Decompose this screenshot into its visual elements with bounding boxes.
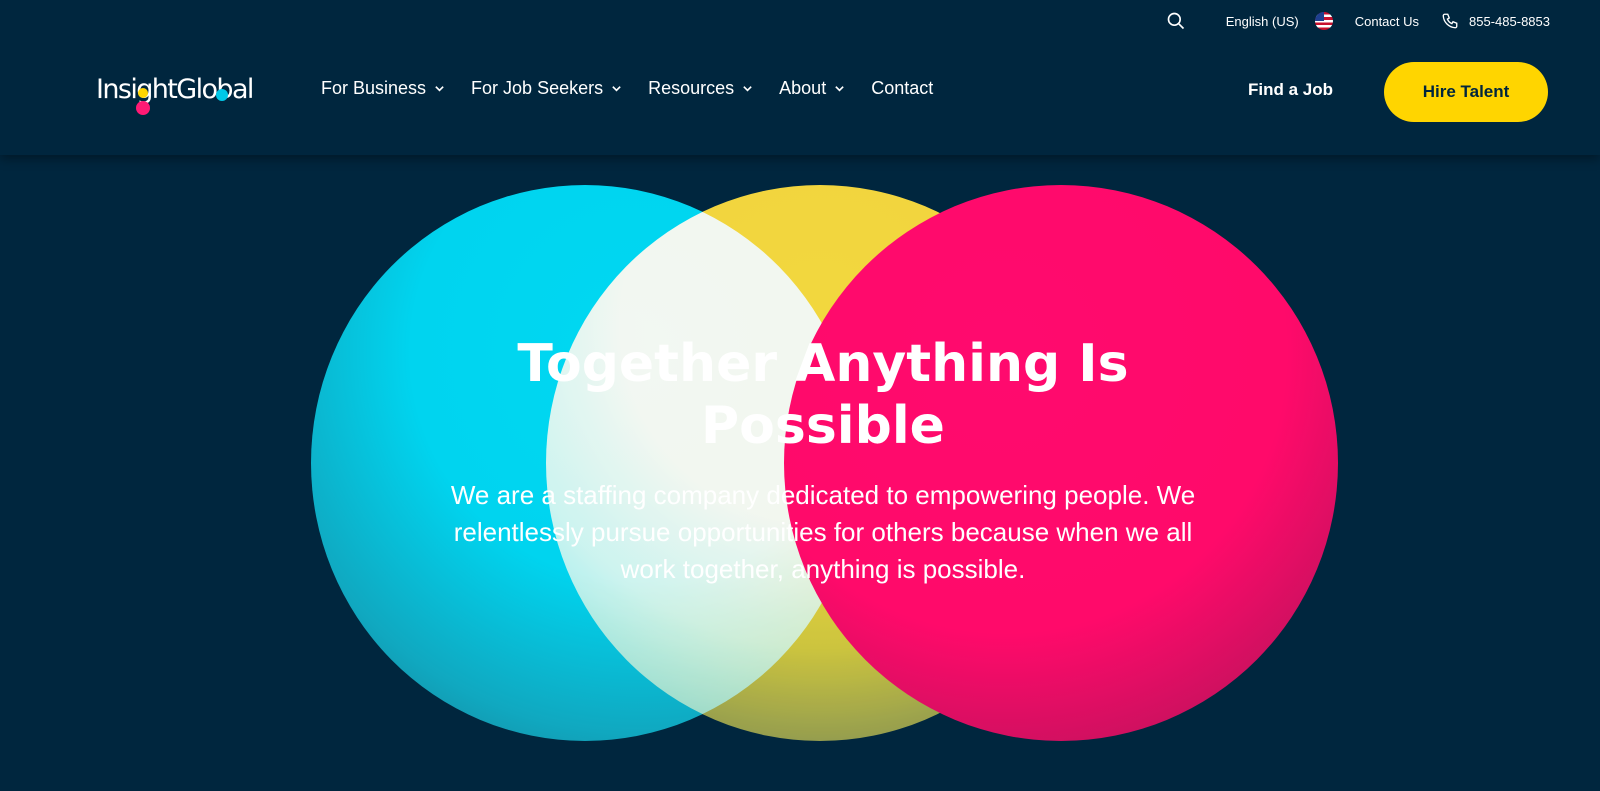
- nav-label: For Job Seekers: [471, 78, 604, 98]
- nav-item-for-business[interactable]: For Business: [321, 78, 445, 99]
- nav-label: Contact: [871, 78, 934, 98]
- language-label: English (US): [1225, 13, 1299, 29]
- logo-cyan-dot: [216, 89, 228, 101]
- hero-description: We are a staffing company dedicated to e…: [450, 480, 1196, 584]
- logo-pink-dot: [136, 101, 150, 115]
- nav-item-contact[interactable]: Contact: [871, 78, 933, 99]
- hero-pink-circle: [784, 185, 1338, 741]
- insight-global-logo[interactable]: InsightGlobal: [96, 72, 266, 118]
- page: English (US) Contact Us 855-485-8853 Ins…: [0, 0, 1600, 791]
- nav-label: For Business: [321, 78, 427, 98]
- chevron-down-icon: [835, 86, 844, 92]
- nav-item-resources[interactable]: Resources: [648, 78, 753, 99]
- phone-number: 855-485-8853: [1469, 13, 1550, 29]
- main-nav: For Business For Job Seekers Resources A…: [321, 78, 933, 99]
- chevron-down-icon: [435, 86, 444, 92]
- phone-icon: [1442, 13, 1458, 29]
- us-flag-icon: [1314, 12, 1333, 30]
- hire-talent-button[interactable]: Hire Talent: [1384, 62, 1548, 122]
- language-selector[interactable]: English (US): [1226, 12, 1333, 30]
- find-a-job-link[interactable]: Find a Job: [1248, 80, 1333, 100]
- hero-section: Together Anything Is Possible We are a s…: [0, 155, 1600, 791]
- search-icon[interactable]: [1166, 11, 1186, 31]
- nav-label: Resources: [648, 78, 735, 98]
- phone-link[interactable]: 855-485-8853: [1441, 12, 1550, 30]
- nav-item-for-job-seekers[interactable]: For Job Seekers: [471, 78, 622, 99]
- chevron-down-icon: [612, 86, 621, 92]
- logo-yellow-dot: [138, 88, 148, 98]
- chevron-down-icon: [743, 86, 752, 92]
- contact-us-link[interactable]: Contact Us: [1355, 14, 1419, 29]
- site-header: English (US) Contact Us 855-485-8853 Ins…: [0, 0, 1600, 155]
- nav-item-about[interactable]: About: [779, 78, 845, 99]
- utility-bar: English (US) Contact Us 855-485-8853: [1166, 8, 1550, 34]
- nav-label: About: [779, 78, 827, 98]
- logo-text: InsightGlobal: [96, 74, 254, 105]
- hero-title: Together Anything Is Possible: [517, 334, 1129, 456]
